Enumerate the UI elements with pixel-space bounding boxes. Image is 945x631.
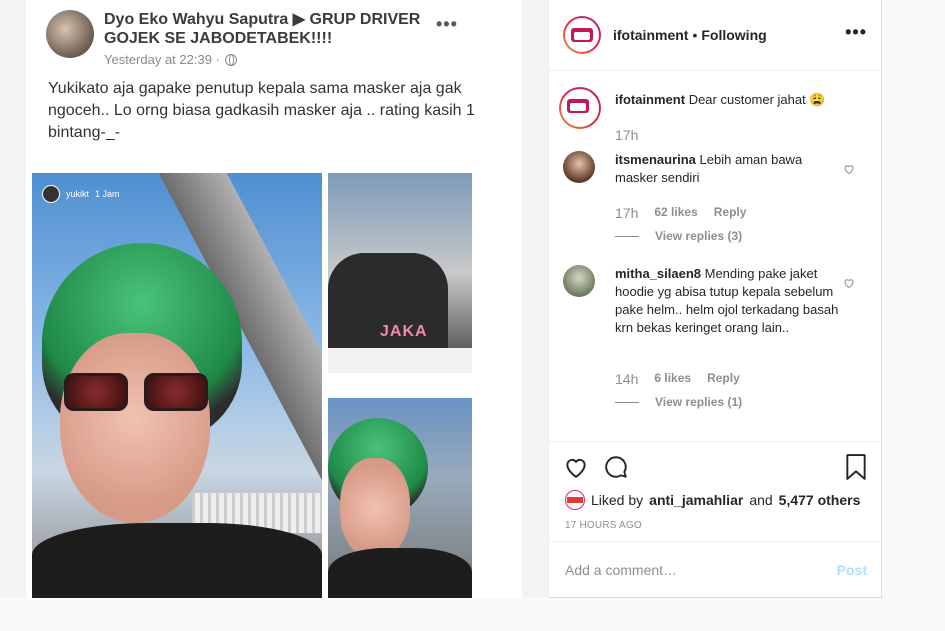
comment-time[interactable]: 17h: [615, 205, 638, 221]
caption-meta: 17h: [615, 127, 638, 143]
fb-author-name: Dyo Eko Wahyu Saputra ▶ GRUP DRIVER GOJE…: [104, 11, 421, 47]
caption-text: ifotainment Dear customer jahat 😩: [615, 91, 845, 109]
caption-time[interactable]: 17h: [615, 127, 638, 143]
comment-input[interactable]: [565, 562, 837, 578]
add-comment-bar: Post: [549, 541, 883, 598]
following-button[interactable]: Following: [701, 27, 766, 43]
commenter-avatar[interactable]: [563, 151, 595, 183]
action-icons: [563, 454, 629, 480]
fb-post-time: Yesterday at 22:39 ·: [104, 52, 237, 67]
post-sidebar: ifotainment • Following ••• ifotainment …: [548, 0, 883, 598]
author-username[interactable]: ifotainment: [613, 27, 688, 43]
story-time: 1 Jam: [95, 189, 120, 199]
story-user: yukikt: [66, 189, 90, 199]
liker-username[interactable]: anti_jamahliar: [649, 492, 743, 508]
header-separator: •: [692, 27, 698, 43]
comment-username[interactable]: mitha_silaen8: [615, 266, 701, 281]
post-header: ifotainment • Following •••: [549, 0, 883, 71]
likes-prefix: Liked by: [591, 492, 644, 508]
comment-meta: 14h 6 likes Reply: [615, 371, 740, 387]
commenter-avatar[interactable]: [563, 265, 595, 297]
more-options-icon[interactable]: •••: [845, 22, 867, 43]
like-comment-heart-icon[interactable]: [843, 163, 855, 175]
story-toolbar: [328, 348, 472, 373]
fb-photo-main: yukikt 1 Jam: [32, 173, 322, 598]
post-timestamp[interactable]: 17 HOURS AGO: [565, 520, 642, 531]
shirt: [32, 523, 322, 598]
face: [60, 333, 210, 523]
comment-text: itsmenaurina Lebih aman bawa masker send…: [615, 151, 845, 187]
globe-icon: [224, 53, 237, 66]
caption-avatar[interactable]: [559, 87, 601, 129]
liker-avatar[interactable]: [565, 490, 585, 510]
story-tag: yukikt 1 Jam: [42, 185, 120, 203]
reply-button[interactable]: Reply: [707, 371, 740, 387]
view-replies-button[interactable]: View replies (3): [615, 229, 742, 243]
shirt: [328, 548, 472, 598]
post-actions: Liked by anti_jamahliar and 5,477 others…: [549, 441, 883, 541]
fb-more-icon: •••: [436, 14, 458, 34]
face: [340, 458, 410, 558]
comment-text: mitha_silaen8 Mending pake jaket hoodie …: [615, 265, 845, 337]
comment-likes[interactable]: 6 likes: [654, 371, 691, 387]
comment-time[interactable]: 14h: [615, 371, 638, 387]
bookmark-icon[interactable]: [845, 454, 867, 480]
heart-icon[interactable]: [563, 454, 589, 480]
comment-meta: 17h 62 likes Reply: [615, 205, 746, 221]
caption-username[interactable]: ifotainment: [615, 92, 685, 107]
instagram-post: Dyo Eko Wahyu Saputra ▶ GRUP DRIVER GOJE…: [0, 0, 883, 598]
comment-icon[interactable]: [603, 454, 629, 480]
fb-post-text: Yukikato aja gapake penutup kepala sama …: [48, 80, 475, 141]
reply-button[interactable]: Reply: [714, 205, 747, 221]
likes-summary: Liked by anti_jamahliar and 5,477 others: [565, 490, 860, 510]
view-replies-button[interactable]: View replies (1): [615, 395, 742, 409]
comment-likes[interactable]: 62 likes: [654, 205, 697, 221]
likes-count[interactable]: 5,477 others: [779, 492, 861, 508]
like-comment-heart-icon[interactable]: [843, 277, 855, 289]
comments-list[interactable]: ifotainment Dear customer jahat 😩 17h it…: [549, 71, 883, 441]
fb-post-time-text: Yesterday at 22:39 ·: [104, 52, 220, 67]
author-avatar[interactable]: [563, 16, 601, 54]
caption-body: Dear customer jahat 😩: [688, 92, 826, 107]
comment-username[interactable]: itsmenaurina: [615, 152, 696, 167]
story-avatar: [42, 185, 60, 203]
fb-photo-top-right: JAKA: [328, 173, 472, 373]
post-comment-button[interactable]: Post: [837, 562, 867, 578]
fb-author-avatar: [46, 10, 94, 58]
fb-photo-collage: yukikt 1 Jam JAKA: [32, 173, 472, 598]
post-media[interactable]: Dyo Eko Wahyu Saputra ▶ GRUP DRIVER GOJE…: [0, 0, 548, 598]
sticker-text: JAKA: [380, 323, 428, 340]
likes-and: and: [749, 492, 773, 508]
fb-photo-bottom-right: [328, 398, 472, 598]
facebook-screenshot-image: Dyo Eko Wahyu Saputra ▶ GRUP DRIVER GOJE…: [26, 0, 522, 598]
view-replies-label[interactable]: View replies (3): [655, 229, 742, 243]
view-replies-label[interactable]: View replies (1): [655, 395, 742, 409]
sunglasses: [64, 373, 214, 413]
